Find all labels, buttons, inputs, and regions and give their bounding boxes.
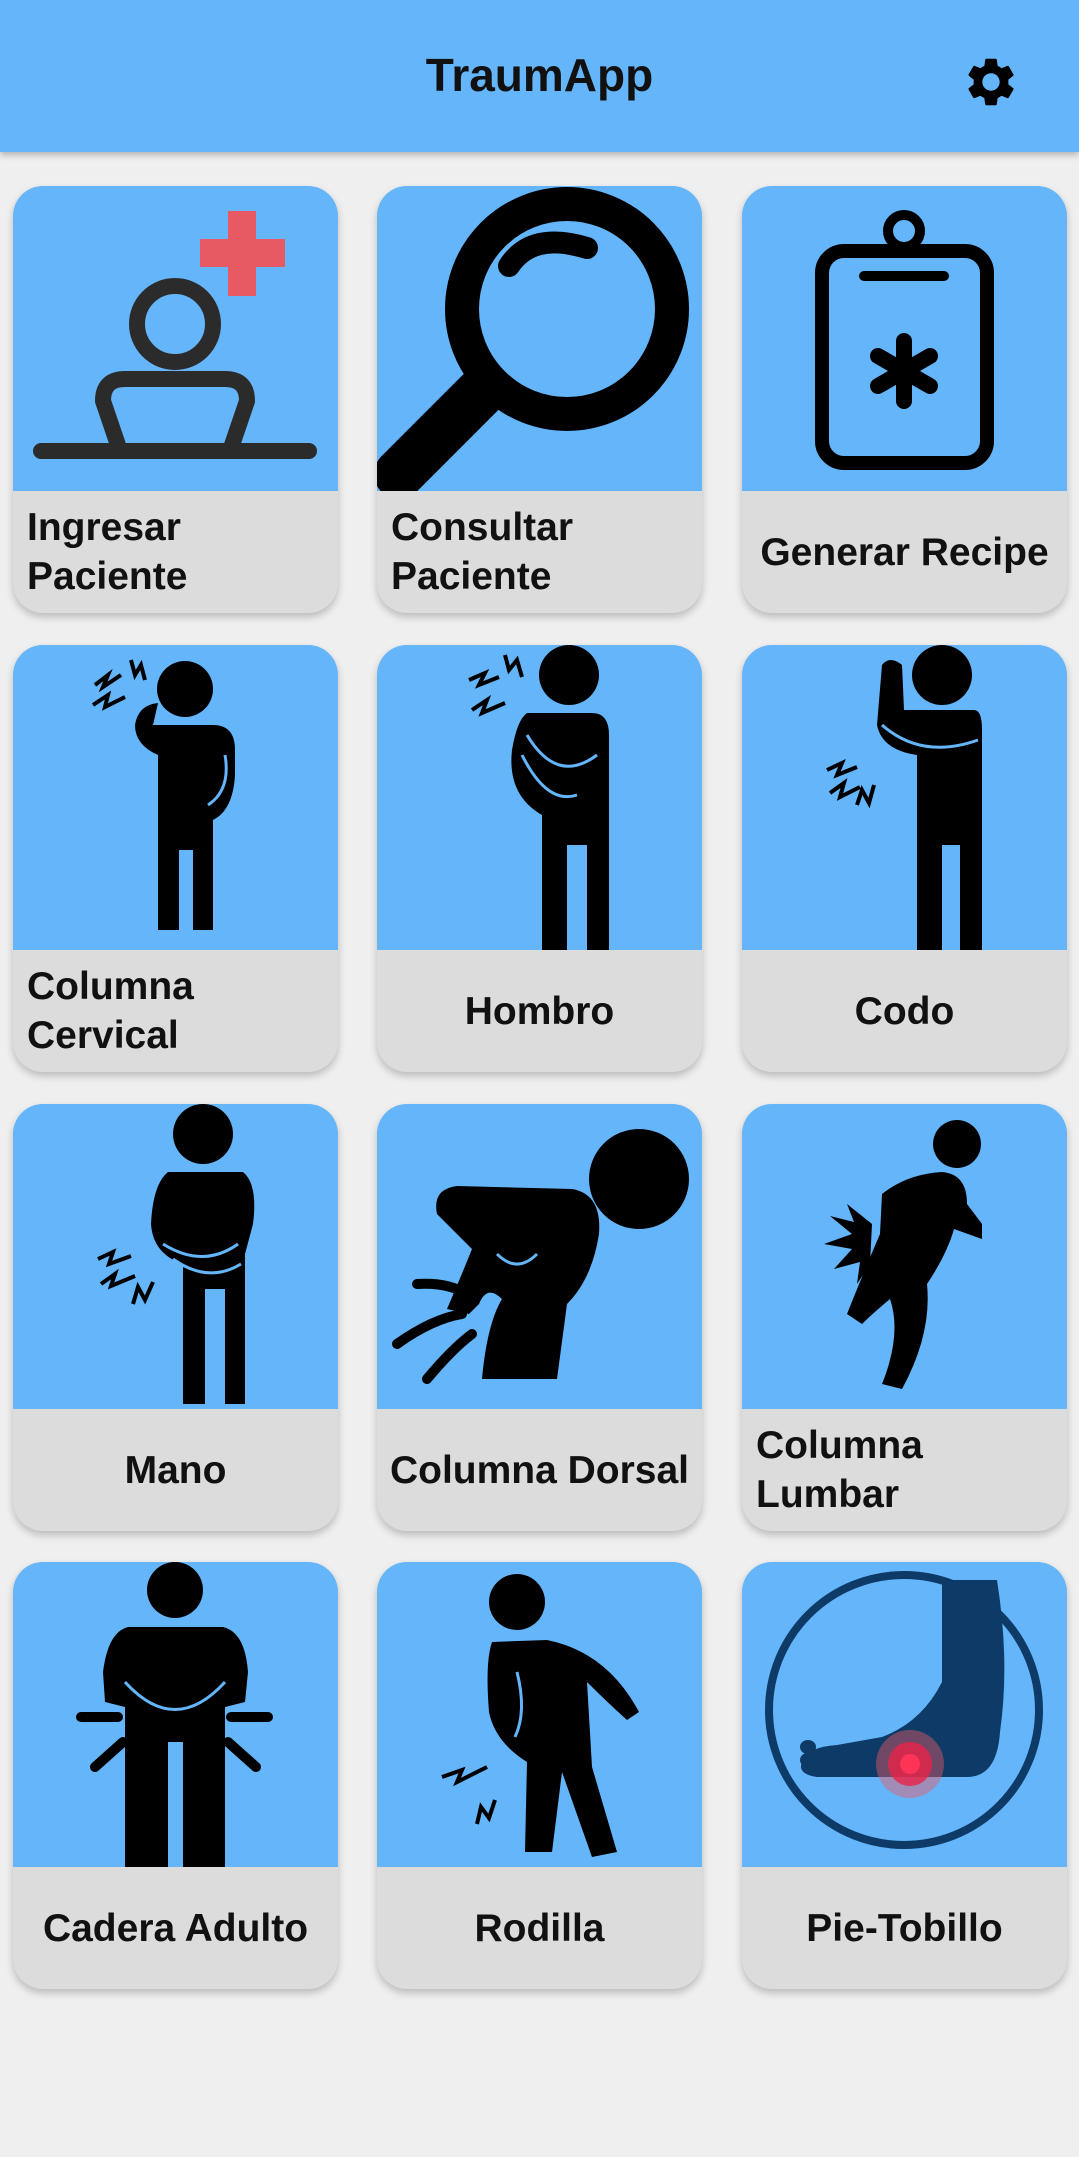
neck-pain-icon	[91, 659, 235, 930]
card-generar-recipe[interactable]: Generar Recipe	[742, 186, 1067, 613]
card-rodilla[interactable]: Rodilla	[377, 1562, 702, 1989]
card-ingresar-paciente[interactable]: Ingresar Paciente	[13, 186, 338, 613]
card-label: Cadera Adulto	[42, 1906, 309, 1950]
card-label: Mano	[124, 1448, 227, 1492]
app-bar: TraumApp	[0, 0, 1079, 152]
magnifier-icon	[377, 187, 689, 491]
card-hombro[interactable]: Hombro	[377, 645, 702, 1072]
settings-button[interactable]	[955, 46, 1027, 118]
card-label: Generar Recipe	[760, 530, 1049, 574]
card-label: Columna Dorsal	[389, 1448, 690, 1492]
add-patient-icon	[33, 211, 317, 459]
card-columna-lumbar[interactable]: Columna Lumbar	[742, 1104, 1067, 1531]
hip-pain-icon	[76, 1562, 273, 1867]
card-label: Hombro	[464, 989, 615, 1033]
card-mano[interactable]: Mano	[13, 1104, 338, 1531]
card-columna-dorsal[interactable]: Columna Dorsal	[377, 1104, 702, 1531]
card-label: Consultar Paciente	[391, 506, 574, 598]
shoulder-pain-icon	[468, 645, 609, 950]
lumbar-pain-icon	[824, 1120, 982, 1389]
card-label: Rodilla	[474, 1906, 605, 1950]
card-cadera-adulto[interactable]: Cadera Adulto	[13, 1562, 338, 1989]
gear-icon	[968, 58, 1014, 106]
card-consultar-paciente[interactable]: Consultar Paciente	[377, 186, 702, 613]
knee-pain-icon	[441, 1574, 639, 1857]
card-pie-tobillo[interactable]: Pie-Tobillo	[742, 1562, 1067, 1989]
card-label: Columna Lumbar	[756, 1424, 923, 1516]
card-codo[interactable]: Codo	[742, 645, 1067, 1072]
hand-pain-icon	[97, 1104, 255, 1404]
card-label: Columna Cervical	[27, 965, 194, 1057]
back-pain-icon	[392, 1129, 689, 1384]
card-label: Codo	[854, 989, 955, 1033]
clipboard-icon	[815, 210, 994, 470]
card-columna-cervical[interactable]: Columna Cervical	[13, 645, 338, 1072]
app-title: TraumApp	[425, 49, 654, 101]
card-label: Pie-Tobillo	[806, 1906, 1003, 1950]
elbow-pain-icon	[826, 645, 982, 950]
card-label: Ingresar Paciente	[27, 506, 188, 598]
foot-pain-icon	[765, 1571, 1043, 1849]
